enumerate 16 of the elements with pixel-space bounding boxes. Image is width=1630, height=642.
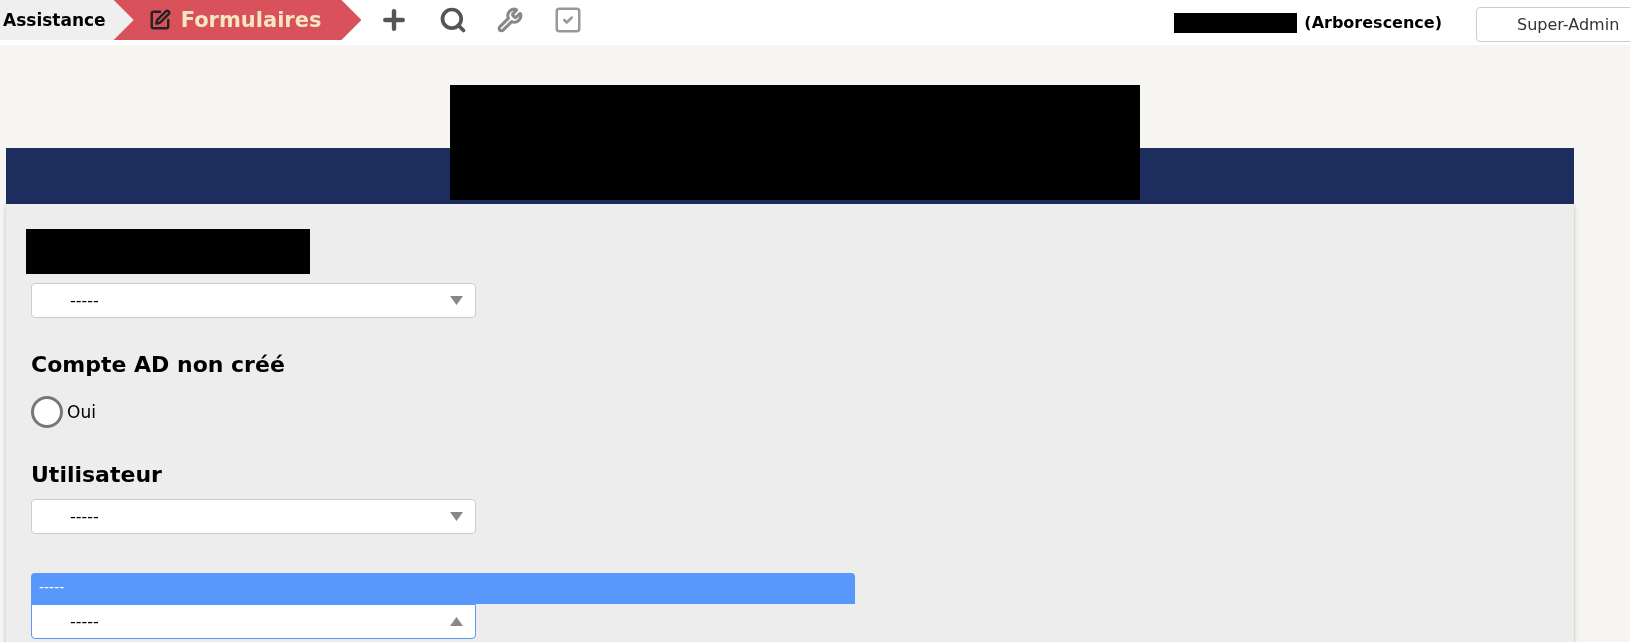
profile-button[interactable]: Super-Admin (1476, 7, 1630, 42)
radio-button[interactable] (31, 396, 63, 428)
radio-label: Oui (67, 402, 96, 422)
field-label: Utilisateur (31, 462, 163, 488)
caret-icon (450, 512, 463, 521)
field-label: Compte AD non créé (31, 352, 286, 378)
caret-icon (450, 617, 463, 626)
edit-icon (148, 9, 171, 31)
checkbox-icon[interactable] (553, 5, 584, 35)
user-context: (Arborescence) (1304, 13, 1442, 32)
select-field[interactable]: ----- (31, 499, 476, 534)
wrench-icon[interactable] (497, 7, 524, 33)
search-icon[interactable] (439, 6, 468, 34)
caret-icon (450, 296, 463, 305)
select-field[interactable]: ----- (31, 604, 476, 639)
select-field[interactable]: ----- (31, 283, 476, 318)
